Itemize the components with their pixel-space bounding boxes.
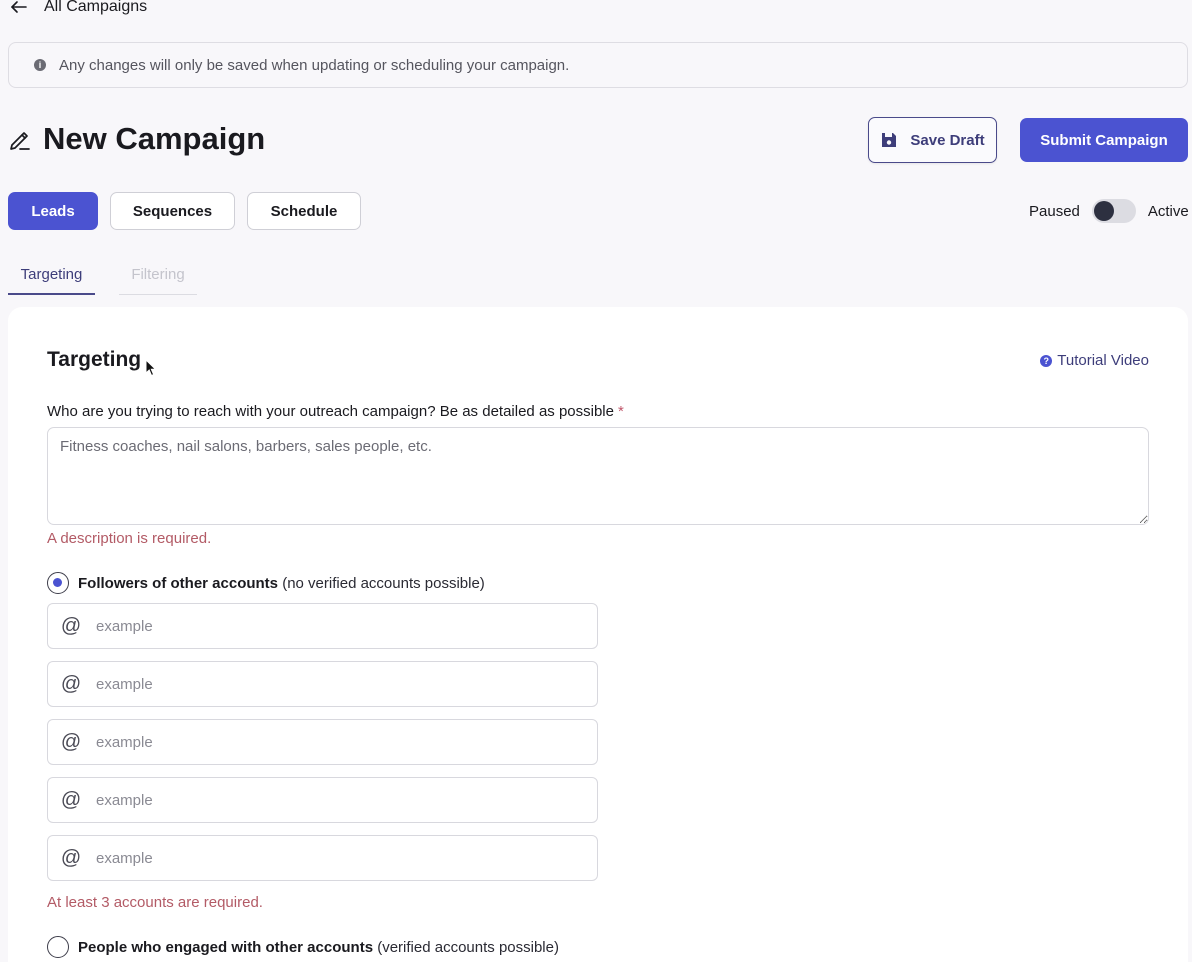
- at-sign-icon: @: [60, 846, 82, 869]
- account-field: @: [47, 777, 598, 823]
- mouse-cursor-icon: [145, 359, 157, 377]
- subtab-targeting[interactable]: Targeting: [8, 258, 95, 295]
- description-error: A description is required.: [47, 530, 212, 547]
- info-banner-text: Any changes will only be saved when upda…: [59, 56, 570, 74]
- option-engaged[interactable]: People who engaged with other accounts (…: [47, 936, 559, 958]
- engaged-option-title: People who engaged with other accounts: [78, 938, 374, 956]
- tab-sequences[interactable]: Sequences: [110, 192, 235, 230]
- followers-option-title: Followers of other accounts: [78, 574, 279, 592]
- engaged-option-hint: (verified accounts possible): [377, 938, 559, 956]
- option-followers[interactable]: Followers of other accounts (no verified…: [47, 572, 485, 594]
- save-icon: [882, 133, 897, 147]
- toggle-paused-label: Paused: [1029, 202, 1080, 220]
- account-field: @: [47, 719, 598, 765]
- engaged-radio[interactable]: [47, 936, 69, 958]
- campaign-editor: All Campaigns i Any changes will only be…: [0, 0, 1192, 962]
- tab-schedule[interactable]: Schedule: [247, 192, 361, 230]
- status-toggle[interactable]: [1091, 199, 1136, 223]
- followers-option-hint: (no verified accounts possible): [282, 574, 485, 592]
- at-sign-icon: @: [60, 614, 82, 637]
- required-mark: *: [617, 403, 624, 420]
- account-input[interactable]: [96, 617, 576, 635]
- toggle-knob: [1093, 201, 1114, 221]
- page-title: New Campaign: [43, 121, 266, 156]
- tutorial-video-link[interactable]: ? Tutorial Video: [1040, 352, 1149, 369]
- subtab-filtering[interactable]: Filtering: [119, 258, 197, 295]
- at-sign-icon: @: [60, 788, 82, 811]
- status-toggle-group: Paused Active: [1029, 198, 1189, 224]
- account-input[interactable]: [96, 675, 576, 693]
- accounts-error: At least 3 accounts are required.: [47, 894, 263, 911]
- at-sign-icon: @: [60, 672, 82, 695]
- help-icon: ?: [1040, 354, 1053, 367]
- account-input[interactable]: [96, 849, 576, 867]
- targeting-card: Targeting ? Tutorial Video Who are you t…: [8, 307, 1188, 962]
- info-icon: i: [34, 59, 46, 71]
- toggle-active-label: Active: [1147, 202, 1189, 220]
- account-input[interactable]: [96, 791, 576, 809]
- at-sign-icon: @: [60, 730, 82, 753]
- followers-radio[interactable]: [47, 572, 69, 594]
- account-field: @: [47, 835, 598, 881]
- description-label: Who are you trying to reach with your ou…: [47, 403, 624, 420]
- description-textarea[interactable]: [47, 427, 1149, 525]
- account-field: @: [47, 603, 598, 649]
- description-label-text: Who are you trying to reach with your ou…: [47, 403, 614, 420]
- account-field: @: [47, 661, 598, 707]
- pencil-icon[interactable]: [8, 128, 32, 152]
- save-draft-label: Save Draft: [910, 131, 985, 149]
- arrow-left-icon: [11, 1, 27, 13]
- back-link[interactable]: All Campaigns: [10, 0, 147, 20]
- back-link-label: All Campaigns: [44, 0, 148, 15]
- tutorial-video-label: Tutorial Video: [1057, 352, 1149, 369]
- submit-campaign-button[interactable]: Submit Campaign: [1020, 118, 1188, 162]
- save-draft-button[interactable]: Save Draft: [868, 117, 997, 163]
- info-banner: i Any changes will only be saved when up…: [8, 42, 1188, 88]
- tab-leads[interactable]: Leads: [8, 192, 98, 230]
- account-input[interactable]: [96, 733, 576, 751]
- targeting-title: Targeting: [47, 348, 142, 371]
